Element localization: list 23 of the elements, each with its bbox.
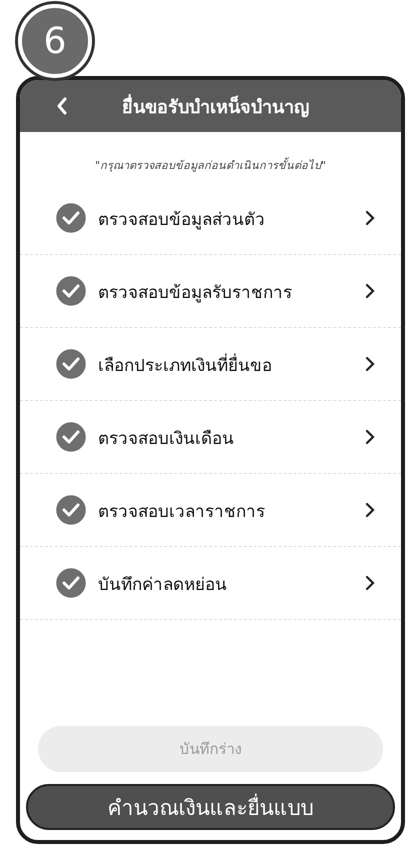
step-item[interactable]: ตรวจสอบเวลาราชการ	[20, 474, 401, 547]
step-item[interactable]: ตรวจสอบข้อมูลส่วนตัว	[20, 182, 401, 255]
step-number-badge: 6	[18, 4, 92, 78]
step-label: ตรวจสอบข้อมูลรับราชการ	[98, 282, 293, 304]
submit-button[interactable]: คำนวณเงินและยื่นแบบ	[26, 784, 395, 830]
step-item[interactable]: บันทึกค่าลดหย่อน	[20, 547, 401, 620]
step-label: เลือกประเภทเงินที่ยื่นขอ	[98, 352, 273, 378]
screen-title: ยื่นขอรับบำเหน็จบำนาญ	[78, 92, 353, 120]
chevron-icon	[365, 502, 375, 518]
chevron-icon	[365, 283, 375, 299]
back-icon[interactable]	[56, 97, 68, 115]
chevron-icon	[365, 575, 375, 591]
step-label: ตรวจสอบเงินเดือน	[98, 428, 235, 450]
notice-text: "กรุณาตรวจสอบข้อมูลก่อนดำเนินการขั้นต่อไป"	[94, 156, 328, 174]
step-label: ตรวจสอบข้อมูลส่วนตัว	[98, 208, 266, 232]
step-item[interactable]: เลือกประเภทเงินที่ยื่นขอ	[20, 328, 401, 401]
chevron-icon	[365, 356, 375, 372]
chevron-icon	[365, 210, 375, 226]
step-label: ตรวจสอบเวลาราชการ	[98, 500, 266, 524]
step-item[interactable]: ตรวจสอบเงินเดือน	[20, 401, 401, 474]
step-item[interactable]: ตรวจสอบข้อมูลรับราชการ	[20, 255, 401, 328]
step-label: บันทึกค่าลดหย่อน	[98, 574, 228, 596]
chevron-icon	[365, 429, 375, 445]
